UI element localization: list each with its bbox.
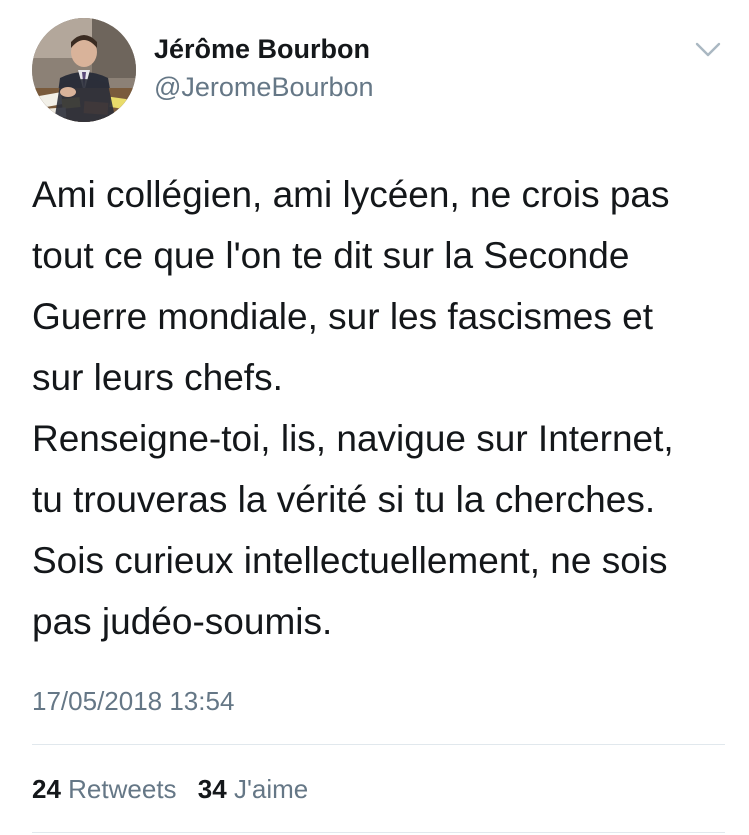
likes-count: 34 [197, 774, 227, 804]
divider [32, 832, 725, 833]
tweet-text-line: pas judéo-soumis. [32, 601, 333, 642]
tweet-stats: 24 Retweets 34 J'aime [32, 774, 308, 805]
retweets-stat[interactable]: 24 Retweets [32, 774, 177, 805]
tweet-timestamp[interactable]: 17/05/2018 13:54 [32, 686, 234, 717]
retweets-count: 24 [32, 774, 61, 804]
tweet-text-line: Guerre mondiale, sur les fascismes et [32, 296, 654, 337]
tweet-text-line: tu trouveras la vérité si tu la cherches… [32, 479, 656, 520]
tweet-text-line: Ami collégien, ami lycéen, ne crois pas [32, 174, 670, 215]
tweet-text-line: tout ce que l'on te dit sur la Seconde [32, 235, 630, 276]
chevron-down-icon[interactable] [692, 38, 724, 62]
profile-photo [32, 18, 136, 122]
divider [32, 744, 725, 745]
tweet-card: Jérôme Bourbon @JeromeBourbon Ami collég… [0, 0, 749, 835]
author-name[interactable]: Jérôme Bourbon [154, 34, 370, 65]
likes-stat[interactable]: 34 J'aime [198, 774, 308, 805]
tweet-text-line: Renseigne-toi, lis, navigue sur Internet… [32, 418, 674, 459]
tweet-text: Ami collégien, ami lycéen, ne crois pas … [32, 164, 732, 652]
likes-label: J'aime [233, 774, 309, 804]
tweet-text-line: sur leurs chefs. [32, 357, 283, 398]
retweets-label: Retweets [68, 774, 177, 804]
tweet-text-line: Sois curieux intellectuellement, ne sois [32, 540, 668, 581]
avatar[interactable] [32, 18, 136, 122]
author-handle[interactable]: @JeromeBourbon [154, 72, 374, 103]
